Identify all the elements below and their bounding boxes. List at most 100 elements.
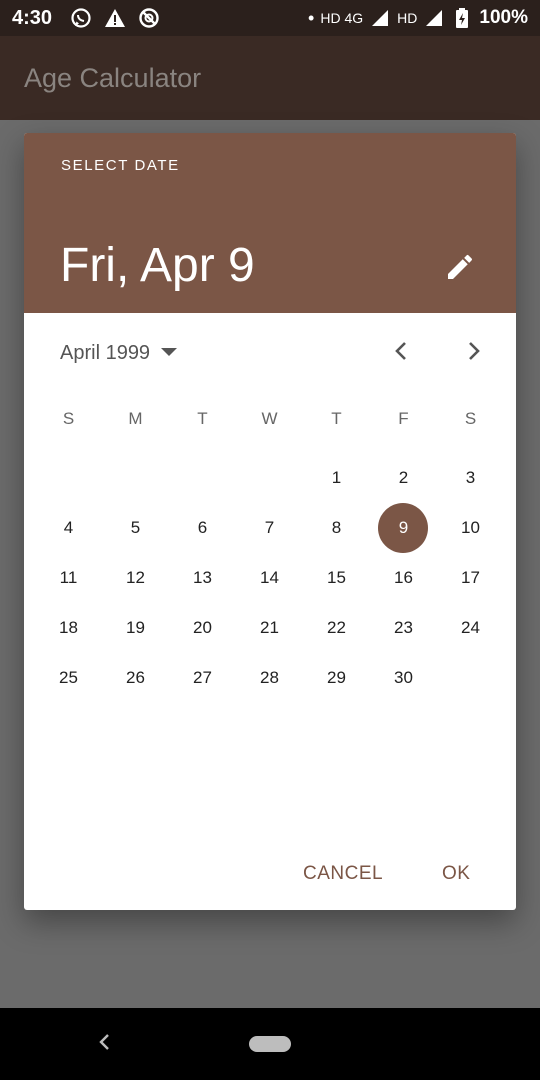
calendar-empty-cell	[437, 653, 504, 703]
calendar-day[interactable]: 22	[303, 603, 370, 653]
calendar-day[interactable]: 4	[35, 503, 102, 553]
calendar-day[interactable]: 26	[102, 653, 169, 703]
whatsapp-icon	[70, 7, 92, 29]
calendar-day-number: 28	[260, 668, 279, 687]
status-left: 4:30	[12, 7, 160, 30]
dropdown-arrow-icon	[160, 344, 178, 362]
calendar-day[interactable]: 12	[102, 553, 169, 603]
app-title: Age Calculator	[24, 62, 202, 93]
previous-month-button[interactable]	[381, 333, 421, 373]
calendar-day[interactable]: 5	[102, 503, 169, 553]
calendar-empty-cell	[169, 453, 236, 503]
calendar-day-number: 11	[59, 568, 78, 587]
month-year-dropdown[interactable]: April 1999	[60, 331, 178, 375]
cancel-button[interactable]: CANCEL	[303, 856, 383, 892]
header-label: SELECT DATE	[61, 157, 180, 174]
status-right: • HD 4G HD 100%	[308, 7, 528, 29]
calendar-day-number: 27	[193, 668, 212, 687]
calendar-day[interactable]: 30	[370, 653, 437, 703]
sync-disabled-icon	[138, 7, 160, 29]
calendar-day[interactable]: 16	[370, 553, 437, 603]
calendar-day[interactable]: 15	[303, 553, 370, 603]
calendar-day-number: 18	[59, 618, 78, 637]
battery-charging-icon	[451, 7, 473, 29]
month-row: April 1999	[24, 331, 516, 375]
calendar-day-number: 1	[331, 468, 342, 487]
calendar-day-number: 7	[264, 518, 275, 537]
calendar-day-number: 8	[331, 518, 342, 537]
battery-percent: 100%	[479, 7, 528, 28]
calendar-day-number: 29	[327, 668, 346, 687]
home-pill-button[interactable]	[249, 1036, 291, 1052]
calendar-day-number: 12	[126, 568, 145, 587]
dialog-actions: CANCEL OK	[24, 848, 516, 898]
next-month-button[interactable]	[454, 333, 494, 373]
calendar-day-number: 22	[327, 618, 346, 637]
calendar-day[interactable]: 19	[102, 603, 169, 653]
calendar-day-number: 24	[461, 618, 480, 637]
status-time: 4:30	[12, 6, 53, 29]
warning-icon	[104, 7, 126, 29]
calendar-day-number: 4	[63, 518, 74, 537]
app-bar: Age Calculator	[0, 36, 540, 120]
calendar-day[interactable]: 7	[236, 503, 303, 553]
weekday-label: T	[331, 409, 342, 428]
calendar-day[interactable]: 27	[169, 653, 236, 703]
chevron-left-icon	[393, 340, 409, 367]
calendar-day[interactable]: 1	[303, 453, 370, 503]
calendar-day[interactable]: 23	[370, 603, 437, 653]
calendar-empty-cell	[236, 453, 303, 503]
calendar-day-number: 23	[394, 618, 413, 637]
weekday-label: T	[197, 409, 208, 428]
calendar-day-number: 25	[59, 668, 78, 687]
calendar-days-grid: 1 2 3 4 5 6 7 8 9 10 11 12 13 14 15 16 17 18 19 20 21 22 23 24 2…	[35, 453, 505, 703]
signal-icon	[423, 7, 445, 29]
back-button[interactable]	[90, 1030, 118, 1058]
calendar-day[interactable]: 18	[35, 603, 102, 653]
calendar-day-number: 20	[193, 618, 212, 637]
calendar-day-number: 14	[260, 568, 279, 587]
network-label: HD 4G	[320, 10, 364, 26]
screen: 4:30 • HD 4G HD 100% Age Calculator SELE…	[0, 0, 540, 1080]
calendar-day[interactable]: 2	[370, 453, 437, 503]
calendar-day[interactable]: 14	[236, 553, 303, 603]
calendar-day[interactable]: 10	[437, 503, 504, 553]
calendar-day-number: 19	[126, 618, 145, 637]
calendar-day[interactable]: 11	[35, 553, 102, 603]
calendar-day[interactable]: 8	[303, 503, 370, 553]
back-chevron-icon	[97, 1032, 111, 1057]
date-picker-dialog: SELECT DATE Fri, Apr 9 April 1999 S M T …	[24, 133, 516, 910]
calendar-day-number: 6	[197, 518, 208, 537]
calendar-day[interactable]: 21	[236, 603, 303, 653]
calendar-day-selected[interactable]: 9	[370, 503, 437, 553]
ok-button[interactable]: OK	[442, 856, 470, 892]
calendar-day[interactable]: 25	[35, 653, 102, 703]
selected-date-display[interactable]: Fri, Apr 9	[60, 238, 255, 293]
calendar-day[interactable]: 6	[169, 503, 236, 553]
calendar-day[interactable]: 20	[169, 603, 236, 653]
calendar-day-number: 15	[327, 568, 346, 587]
calendar-day-number: 5	[130, 518, 141, 537]
calendar-day-number: 3	[465, 468, 476, 487]
network-label-2: HD	[397, 10, 418, 26]
dialog-header: SELECT DATE Fri, Apr 9	[24, 133, 516, 313]
weekday-label: S	[62, 409, 75, 428]
edit-pencil-icon[interactable]	[442, 249, 478, 285]
calendar-day[interactable]: 13	[169, 553, 236, 603]
calendar-day[interactable]: 3	[437, 453, 504, 503]
calendar-day-number: 16	[394, 568, 413, 587]
weekday-header: S M T W T F S	[35, 409, 505, 437]
calendar-day-number: 9	[398, 518, 409, 537]
calendar-empty-cell	[102, 453, 169, 503]
calendar-empty-cell	[35, 453, 102, 503]
calendar-day[interactable]: 17	[437, 553, 504, 603]
calendar-day[interactable]: 24	[437, 603, 504, 653]
dot-icon: •	[308, 7, 315, 28]
calendar-day[interactable]: 29	[303, 653, 370, 703]
weekday-label: W	[261, 409, 278, 428]
weekday-label: M	[128, 409, 143, 428]
chevron-right-icon	[466, 340, 482, 367]
calendar-day[interactable]: 28	[236, 653, 303, 703]
signal-icon	[369, 7, 391, 29]
calendar-day-number: 2	[398, 468, 409, 487]
